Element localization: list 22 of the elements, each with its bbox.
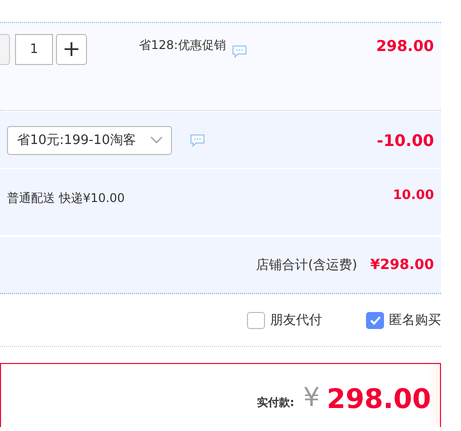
- coupon-dropdown[interactable]: 省10元:199-10淘客: [7, 126, 172, 154]
- check-icon: [370, 316, 380, 324]
- increment-button[interactable]: +: [56, 34, 87, 65]
- promotion-text: 省128:优惠促销: [139, 37, 226, 54]
- payment-label: 实付款:: [256, 395, 294, 410]
- item-price: 298.00: [376, 37, 434, 55]
- decrement-button[interactable]: [0, 34, 10, 65]
- chat-icon[interactable]: [232, 45, 247, 58]
- checkbox-label[interactable]: 朋友代付: [270, 311, 322, 329]
- chat-icon[interactable]: [190, 134, 205, 146]
- checkbox-label[interactable]: 匿名购买: [389, 311, 441, 329]
- shop-total-label: 店铺合计(含运费): [256, 257, 358, 274]
- currency-symbol: ¥: [303, 383, 320, 413]
- quantity-field[interactable]: 1: [15, 34, 53, 65]
- shop-total-amount: ¥298.00: [370, 257, 434, 273]
- discount-amount: -10.00: [376, 130, 434, 150]
- checkbox[interactable]: [247, 312, 265, 328]
- chevron-down-icon: [150, 136, 163, 144]
- shipping-method: 普通配送 快递¥10.00: [7, 190, 125, 207]
- shipping-amount: 10.00: [392, 188, 434, 203]
- checkbox[interactable]: [366, 312, 384, 328]
- payment-amount: 298.00: [326, 386, 431, 413]
